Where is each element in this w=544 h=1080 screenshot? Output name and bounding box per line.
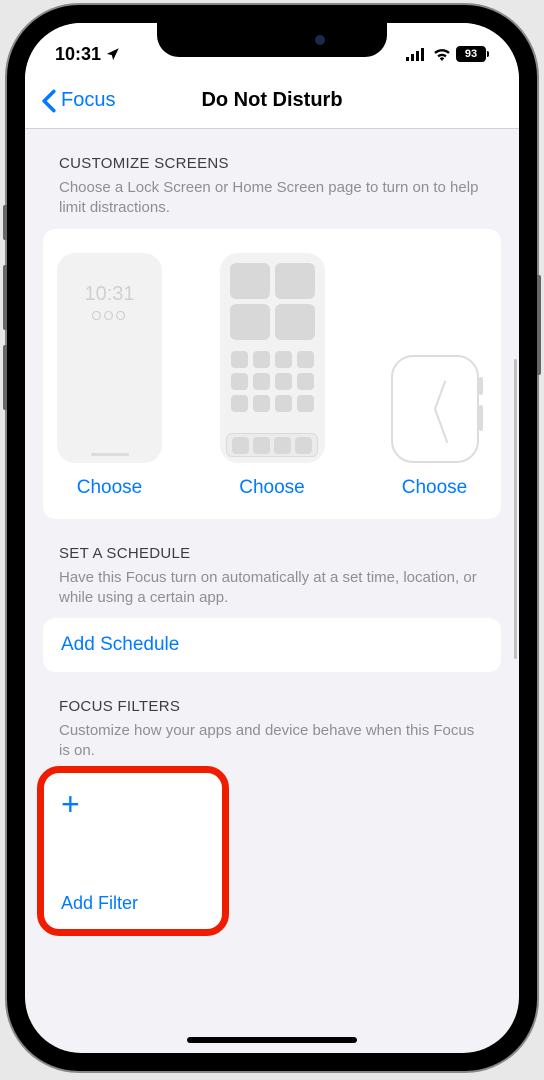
add-filter-button[interactable]: + Add Filter — [43, 772, 223, 930]
battery-percent: 93 — [465, 48, 477, 60]
add-schedule-button[interactable]: Add Schedule — [43, 618, 501, 672]
filters-header: FOCUS FILTERS — [43, 672, 501, 721]
lock-preview-dots: OOO — [91, 308, 127, 323]
home-screen-preview — [220, 253, 325, 463]
location-icon — [105, 47, 120, 62]
home-screen-choice[interactable]: Choose — [220, 253, 325, 499]
back-button[interactable]: Focus — [41, 89, 115, 113]
status-time: 10:31 — [55, 44, 101, 65]
lock-screen-preview: 10:31 OOO — [57, 253, 162, 463]
choose-label: Choose — [402, 477, 468, 499]
customize-screens-card: 10:31 OOO Choose — [43, 229, 501, 519]
schedule-card: Add Schedule — [43, 618, 501, 672]
watch-preview — [382, 253, 487, 463]
home-indicator[interactable] — [187, 1037, 357, 1043]
cellular-icon — [406, 47, 428, 61]
lock-preview-time: 10:31 — [84, 283, 134, 306]
screen: 10:31 93 Focus Do Not Disturb — [25, 23, 519, 1053]
chevron-left-icon — [41, 89, 57, 113]
schedule-header: SET A SCHEDULE — [43, 519, 501, 568]
add-filter-label: Add Filter — [61, 893, 205, 914]
notch — [157, 23, 387, 57]
lock-screen-choice[interactable]: 10:31 OOO Choose — [57, 253, 162, 499]
plus-icon: + — [61, 788, 205, 820]
customize-header: CUSTOMIZE SCREENS — [43, 129, 501, 178]
filters-sub: Customize how your apps and device behav… — [43, 721, 501, 772]
schedule-sub: Have this Focus turn on automatically at… — [43, 568, 501, 619]
watch-choice[interactable]: Choose — [382, 253, 487, 499]
content: CUSTOMIZE SCREENS Choose a Lock Screen o… — [25, 129, 519, 1053]
phone-frame: 10:31 93 Focus Do Not Disturb — [7, 5, 537, 1071]
choose-label: Choose — [239, 477, 305, 499]
choose-label: Choose — [77, 477, 143, 499]
wifi-icon — [432, 47, 452, 61]
page-title: Do Not Disturb — [201, 89, 342, 112]
nav-bar: Focus Do Not Disturb — [25, 73, 519, 129]
back-label: Focus — [61, 89, 115, 112]
customize-sub: Choose a Lock Screen or Home Screen page… — [43, 178, 501, 229]
battery-icon: 93 — [456, 46, 489, 62]
scroll-indicator[interactable] — [514, 359, 517, 659]
